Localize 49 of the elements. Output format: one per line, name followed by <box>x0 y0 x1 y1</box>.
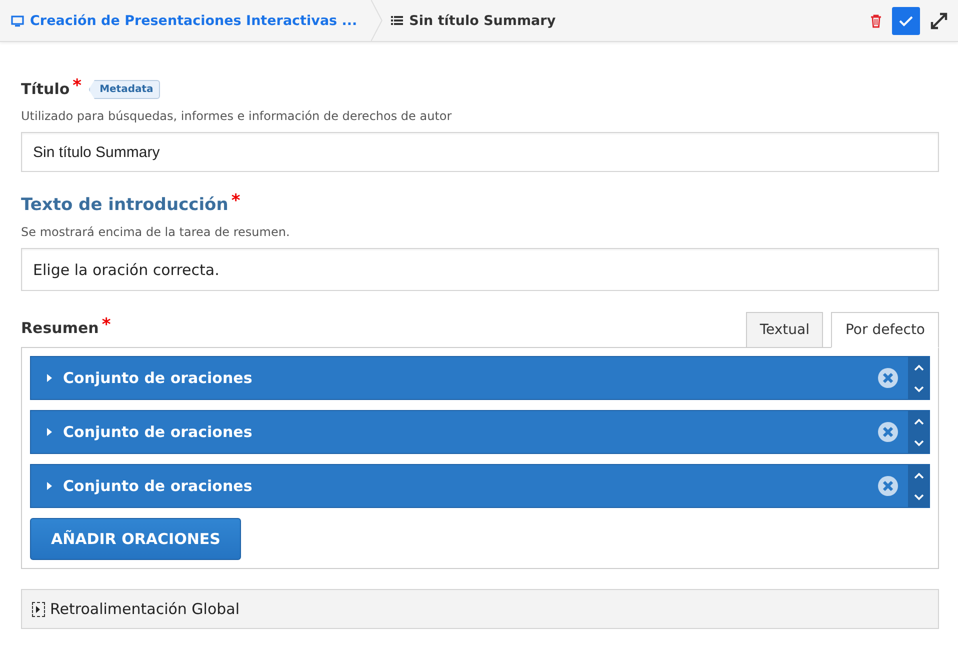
move-up-button[interactable] <box>914 418 924 426</box>
feedback-title: Retroalimentación Global <box>50 600 240 618</box>
chevron-down-icon <box>914 438 924 446</box>
expand-arrows-icon <box>930 12 948 30</box>
mode-tab[interactable]: Textual <box>746 312 824 348</box>
move-down-button[interactable] <box>914 384 924 392</box>
required-mark: * <box>102 317 111 334</box>
move-down-button[interactable] <box>914 492 924 500</box>
fullscreen-button[interactable] <box>930 12 948 30</box>
remove-circle-icon <box>878 422 898 442</box>
add-sentences-button[interactable]: AÑADIR ORACIONES <box>30 518 242 560</box>
chevron-up-icon <box>914 472 924 480</box>
sentence-group-header[interactable]: Conjunto de oraciones <box>30 356 930 400</box>
chevron-up-icon <box>914 418 924 426</box>
remove-circle-icon <box>878 368 898 388</box>
metadata-tag[interactable]: Metadata <box>88 80 160 99</box>
group-title: Conjunto de oraciones <box>63 369 252 387</box>
field-label: Título <box>21 80 70 98</box>
chevron-down-icon <box>914 492 924 500</box>
remove-button[interactable] <box>878 422 898 442</box>
chevron-up-icon <box>914 364 924 372</box>
move-up-button[interactable] <box>914 472 924 480</box>
sentence-group-header[interactable]: Conjunto de oraciones <box>30 410 930 454</box>
group-title: Conjunto de oraciones <box>63 423 252 441</box>
trash-icon <box>870 14 882 28</box>
feedback-section-header[interactable]: Retroalimentación Global <box>21 589 939 629</box>
confirm-button[interactable] <box>892 6 920 34</box>
mode-tab[interactable]: Por defecto <box>831 312 939 348</box>
intro-text-input[interactable]: Elige la oración correcta. <box>21 248 939 291</box>
field-label: Resumen <box>21 319 99 337</box>
move-up-button[interactable] <box>914 364 924 372</box>
monitor-icon <box>11 14 24 26</box>
breadcrumb-link[interactable]: Creación de Presentaciones Interactivas ... <box>0 0 372 41</box>
group-title: Conjunto de oraciones <box>63 477 252 495</box>
required-mark: * <box>231 193 240 210</box>
sentence-group-header[interactable]: Conjunto de oraciones <box>30 464 930 508</box>
field-description: Se mostrará encima de la tarea de resumen. <box>21 225 291 239</box>
delete-button[interactable] <box>870 14 882 28</box>
remove-circle-icon <box>878 476 898 496</box>
title-input[interactable]: Sin título Summary <box>21 132 939 172</box>
required-mark: * <box>72 78 82 95</box>
field-description: Utilizado para búsquedas, informes e información de derechos de autor <box>21 109 453 123</box>
remove-button[interactable] <box>878 476 898 496</box>
page-title: Sin título Summary <box>409 12 556 28</box>
list-icon <box>391 15 404 26</box>
section-heading: Texto de introducción <box>21 195 228 215</box>
chevron-down-icon <box>914 384 924 392</box>
remove-button[interactable] <box>878 368 898 388</box>
move-down-button[interactable] <box>914 438 924 446</box>
